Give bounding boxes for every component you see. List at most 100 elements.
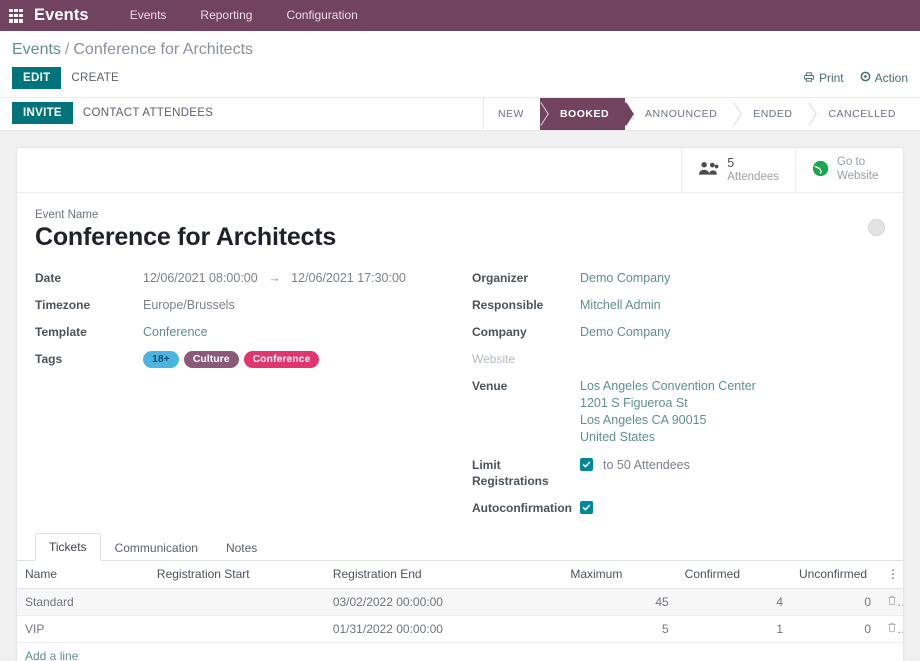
- cell-maximum[interactable]: 45: [562, 588, 677, 616]
- cell-unconfirmed[interactable]: 0: [791, 615, 879, 643]
- attendees-smart-button[interactable]: 5 Attendees: [681, 148, 795, 192]
- breadcrumb: Events / Conference for Architects: [0, 31, 920, 61]
- field-company-value[interactable]: Demo Company: [580, 324, 670, 340]
- field-venue-label: Venue: [472, 378, 508, 393]
- limit-registrations-suffix: to 50 Attendees: [603, 457, 690, 472]
- optional-columns-toggle-icon[interactable]: ⋮: [879, 560, 903, 589]
- action-menu[interactable]: Action: [860, 71, 908, 85]
- stage-new[interactable]: NEW: [483, 98, 540, 130]
- tag-conference[interactable]: Conference: [243, 350, 320, 368]
- field-website: Website: [472, 351, 885, 367]
- field-timezone-label: Timezone: [35, 297, 91, 312]
- tag-culture[interactable]: Culture: [183, 350, 239, 368]
- invite-button[interactable]: INVITE: [12, 102, 73, 124]
- trash-icon[interactable]: [879, 615, 903, 643]
- breadcrumb-root-events[interactable]: Events: [12, 41, 61, 59]
- record-action-bar: EDIT CREATE Print Action: [0, 61, 920, 97]
- tickets-list: Name Registration Start Registration End…: [17, 560, 903, 661]
- field-limit-registrations-label: Limit Registrations: [472, 457, 549, 488]
- stage-ended[interactable]: ENDED: [733, 98, 809, 130]
- stage-announced[interactable]: ANNOUNCED: [625, 98, 734, 130]
- trash-icon[interactable]: [879, 588, 903, 616]
- field-timezone-value[interactable]: Europe/Brussels: [143, 297, 235, 313]
- add-a-line-button[interactable]: Add a line: [25, 649, 78, 661]
- cell-registration-start[interactable]: [148, 588, 325, 616]
- field-venue-value: Los Angeles Convention Center 1201 S Fig…: [580, 378, 756, 446]
- cell-registration-start[interactable]: [148, 615, 325, 643]
- date-end[interactable]: 12/06/2021 17:30:00: [291, 271, 406, 285]
- tickets-table: Name Registration Start Registration End…: [17, 560, 903, 661]
- top-navbar: Events Events Reporting Configuration: [0, 0, 920, 31]
- table-row[interactable]: VIP 01/31/2022 00:00:00 5 1 0: [17, 615, 903, 643]
- date-arrow-icon: →: [268, 270, 281, 285]
- cell-confirmed[interactable]: 4: [676, 588, 792, 616]
- edit-button[interactable]: EDIT: [12, 67, 62, 89]
- nav-menu-configuration[interactable]: Configuration: [269, 0, 374, 31]
- stage-booked[interactable]: BOOKED: [539, 98, 626, 130]
- record-buttons-left: INVITE CONTACT ATTENDEES: [0, 98, 484, 130]
- cell-registration-end[interactable]: 03/02/2022 00:00:00: [324, 588, 563, 616]
- app-brand-events[interactable]: Events: [34, 6, 89, 25]
- field-organizer-label: Organizer: [472, 270, 529, 285]
- avatar[interactable]: [868, 219, 885, 236]
- print-menu[interactable]: Print: [803, 71, 844, 86]
- stage-cancelled[interactable]: CANCELLED: [808, 98, 912, 130]
- go-to-website-smart-button[interactable]: Go to Website: [795, 148, 903, 192]
- tab-tickets[interactable]: Tickets: [35, 532, 101, 561]
- tab-notes[interactable]: Notes: [212, 534, 271, 561]
- event-name-group: Event Name Conference for Architects: [35, 209, 336, 252]
- field-template-value[interactable]: Conference: [143, 324, 208, 340]
- breadcrumb-separator: /: [64, 41, 70, 58]
- add-line-row[interactable]: Add a line: [17, 642, 903, 661]
- tag-18plus[interactable]: 18+: [143, 350, 179, 368]
- form-column-right: Organizer Demo Company Responsible Mitch…: [460, 270, 885, 527]
- attendees-text: 5 Attendees: [727, 156, 779, 184]
- event-name-label: Event Name: [35, 209, 99, 221]
- cell-confirmed[interactable]: 1: [676, 615, 792, 643]
- contact-attendees-button[interactable]: CONTACT ATTENDEES: [73, 102, 223, 124]
- field-limit-registrations: Limit Registrations to 50 Attendees: [472, 457, 885, 489]
- date-start[interactable]: 12/06/2021 08:00:00: [143, 271, 258, 285]
- limit-registrations-checkbox[interactable]: [580, 457, 593, 471]
- control-panel: Events / Conference for Architects EDIT …: [0, 31, 920, 98]
- tag-list: 18+ Culture Conference: [143, 350, 320, 368]
- table-row[interactable]: Standard 03/02/2022 00:00:00 45 4 0: [17, 588, 903, 616]
- field-autoconfirmation-label: Autoconfirmation: [472, 500, 572, 515]
- th-registration-end[interactable]: Registration End: [324, 560, 563, 589]
- cell-unconfirmed[interactable]: 0: [791, 588, 879, 616]
- tab-communication[interactable]: Communication: [101, 534, 212, 561]
- th-name[interactable]: Name: [17, 560, 149, 589]
- create-button[interactable]: CREATE: [61, 67, 129, 89]
- th-confirmed[interactable]: Confirmed: [676, 560, 792, 589]
- venue-name[interactable]: Los Angeles Convention Center: [580, 378, 756, 395]
- nav-menu-reporting[interactable]: Reporting: [183, 0, 269, 31]
- cell-name[interactable]: Standard: [17, 588, 149, 616]
- autoconfirmation-checkbox[interactable]: [580, 500, 593, 514]
- th-maximum[interactable]: Maximum: [562, 560, 677, 589]
- add-line-cell: Add a line: [17, 642, 903, 661]
- field-company-label: Company: [472, 324, 527, 339]
- cell-name[interactable]: VIP: [17, 615, 149, 643]
- field-autoconfirmation-value: [580, 500, 593, 516]
- apps-grid-icon[interactable]: [8, 8, 24, 24]
- form-sheet: 5 Attendees Go to Website Event Name Con…: [16, 147, 904, 661]
- gear-icon: [860, 71, 871, 85]
- field-responsible-value[interactable]: Mitchell Admin: [580, 297, 661, 313]
- form-column-left: Date 12/06/2021 08:00:00 → 12/06/2021 17…: [35, 270, 460, 527]
- cell-registration-end[interactable]: 01/31/2022 00:00:00: [324, 615, 563, 643]
- nav-menu-events[interactable]: Events: [113, 0, 184, 31]
- cell-maximum[interactable]: 5: [562, 615, 677, 643]
- breadcrumb-current-record: Conference for Architects: [73, 41, 254, 58]
- th-registration-start[interactable]: Registration Start: [148, 560, 325, 589]
- field-date-label: Date: [35, 270, 62, 285]
- field-tags: Tags 18+ Culture Conference: [35, 350, 460, 368]
- field-responsible-label: Responsible: [472, 297, 544, 312]
- users-icon: [698, 161, 719, 179]
- page-title: Conference for Architects: [35, 223, 337, 251]
- sheet-background: 5 Attendees Go to Website Event Name Con…: [0, 131, 920, 661]
- field-website-label: Website: [472, 351, 516, 366]
- venue-city: Los Angeles CA 90015: [580, 412, 707, 427]
- venue-street: 1201 S Figueroa St: [580, 395, 688, 410]
- th-unconfirmed[interactable]: Unconfirmed: [791, 560, 879, 589]
- field-organizer-value[interactable]: Demo Company: [580, 270, 670, 286]
